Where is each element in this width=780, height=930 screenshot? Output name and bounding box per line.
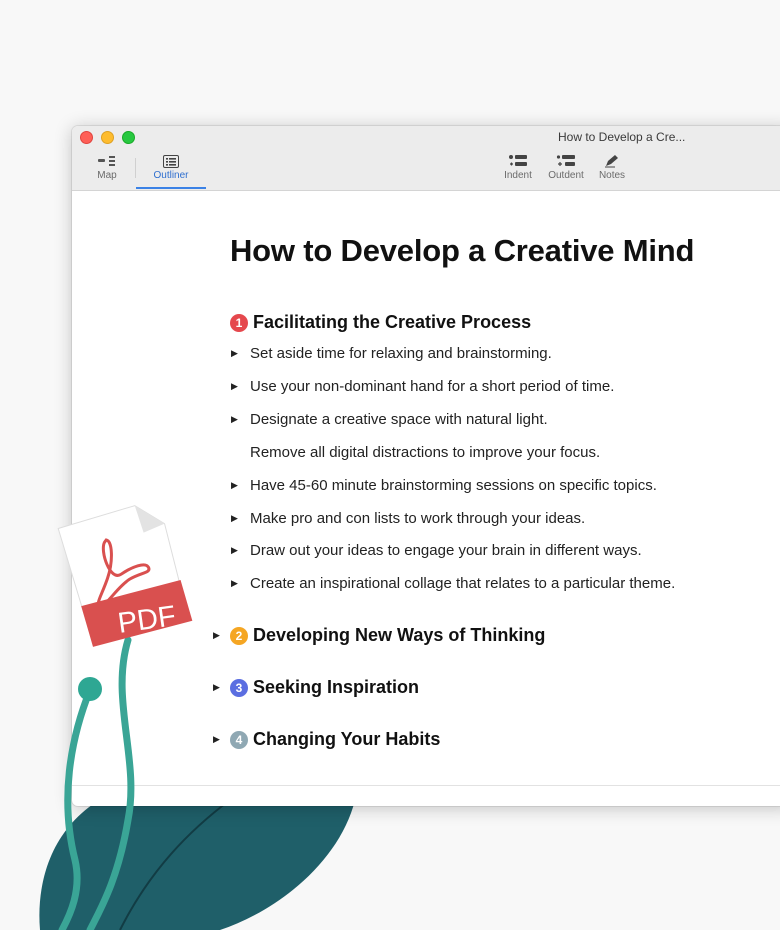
- outline-document: How to Develop a Creative Mind 1 Facilit…: [72, 191, 780, 806]
- outline-item[interactable]: ▶ Create an inspirational collage that r…: [231, 575, 676, 592]
- item-text: Create an inspirational collage that rel…: [250, 575, 676, 592]
- minimize-button[interactable]: [101, 131, 114, 144]
- outline-item[interactable]: ▶ Use your non-dominant hand for a short…: [231, 378, 615, 395]
- window-title: How to Develop a Cre...: [558, 130, 686, 144]
- item-text: Have 45-60 minute brainstorming sessions…: [250, 477, 657, 494]
- outline-item[interactable]: ▶ Have 45-60 minute brainstorming sessio…: [231, 477, 657, 494]
- collapse-triangle-icon[interactable]: ▶: [231, 513, 238, 524]
- expand-triangle-icon[interactable]: ▶: [213, 630, 220, 641]
- indent-icon: [502, 152, 534, 170]
- close-button[interactable]: [80, 131, 93, 144]
- outline-section-4[interactable]: ▶ 4 Changing Your Habits: [213, 729, 440, 750]
- section-number-badge: 3: [230, 678, 248, 697]
- collapse-triangle-icon[interactable]: ▶: [231, 381, 238, 392]
- outliner-icon: [136, 152, 206, 170]
- document-title[interactable]: How to Develop a Creative Mind: [230, 233, 694, 269]
- outline-item[interactable]: ▶ Designate a creative space with natura…: [231, 411, 548, 428]
- map-tab[interactable]: Map: [92, 152, 122, 181]
- map-icon: [92, 152, 122, 170]
- window-controls: [80, 131, 135, 144]
- collapse-triangle-icon[interactable]: ▶: [231, 545, 238, 556]
- map-tab-label: Map: [97, 170, 117, 181]
- item-text: Use your non-dominant hand for a short p…: [250, 378, 615, 395]
- outline-item[interactable]: ▶ Set aside time for relaxing and brains…: [231, 345, 552, 362]
- notes-icon: [594, 152, 630, 170]
- section-number-badge: 1: [230, 313, 248, 332]
- collapse-triangle-icon[interactable]: ▶: [231, 578, 238, 589]
- notes-button[interactable]: Notes: [594, 152, 630, 181]
- section-label[interactable]: Seeking Inspiration: [253, 677, 419, 698]
- expand-triangle-icon[interactable]: ▶: [213, 734, 220, 745]
- item-text: Draw out your ideas to engage your brain…: [250, 542, 642, 559]
- item-text: Designate a creative space with natural …: [250, 411, 548, 428]
- zoom-button[interactable]: [122, 131, 135, 144]
- outline-item[interactable]: Remove all digital distractions to impro…: [250, 444, 600, 461]
- indent-button[interactable]: Indent: [502, 152, 534, 181]
- outliner-tab[interactable]: Outliner: [136, 152, 206, 181]
- section-label[interactable]: Facilitating the Creative Process: [253, 312, 531, 333]
- notes-label: Notes: [598, 170, 626, 181]
- item-text: Make pro and con lists to work through y…: [250, 510, 586, 527]
- section-number-badge: 2: [230, 626, 248, 645]
- collapse-triangle-icon[interactable]: ▶: [231, 414, 238, 425]
- status-divider: [72, 785, 780, 786]
- outline-section-2[interactable]: ▶ 2 Developing New Ways of Thinking: [213, 625, 545, 646]
- collapse-triangle-icon[interactable]: ▶: [231, 348, 238, 359]
- outline-item[interactable]: ▶ Make pro and con lists to work through…: [231, 510, 586, 527]
- outdent-button[interactable]: Outdent: [545, 152, 587, 181]
- active-tab-indicator: [136, 187, 206, 189]
- app-window: How to Develop a Cre... Map Outliner Ind…: [72, 126, 780, 806]
- collapse-triangle-icon[interactable]: ▶: [231, 480, 238, 491]
- outline-item[interactable]: ▶ Draw out your ideas to engage your bra…: [231, 542, 642, 559]
- outdent-label: Outdent: [548, 170, 584, 181]
- outdent-icon: [545, 152, 587, 170]
- section-number-badge: 4: [230, 730, 248, 749]
- item-text: Remove all digital distractions to impro…: [250, 444, 601, 461]
- outline-section-1[interactable]: 1 Facilitating the Creative Process: [230, 312, 531, 333]
- outliner-tab-label: Outliner: [153, 170, 189, 181]
- section-label[interactable]: Developing New Ways of Thinking: [253, 625, 545, 646]
- outline-section-3[interactable]: ▶ 3 Seeking Inspiration: [213, 677, 419, 698]
- section-label[interactable]: Changing Your Habits: [253, 729, 440, 750]
- expand-triangle-icon[interactable]: ▶: [213, 682, 220, 693]
- item-text: Set aside time for relaxing and brainsto…: [250, 345, 552, 362]
- title-bar: How to Develop a Cre... Map Outliner Ind…: [72, 126, 780, 191]
- indent-label: Indent: [504, 170, 532, 181]
